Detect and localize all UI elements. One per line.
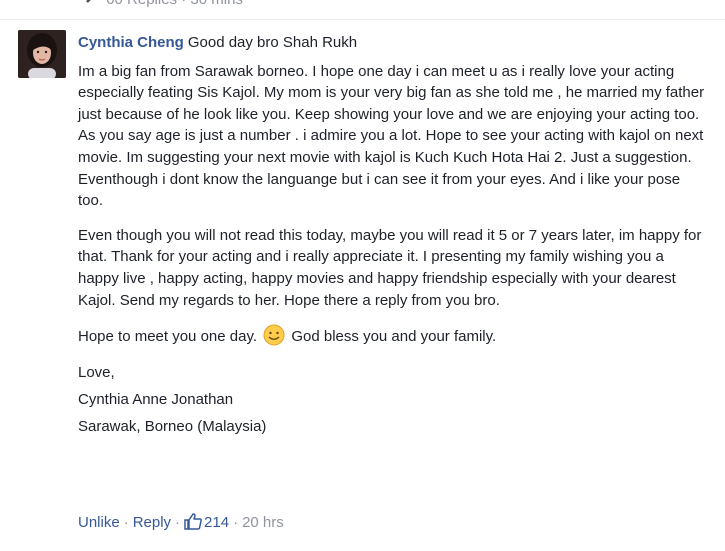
action-separator: · xyxy=(123,514,129,531)
author-name[interactable]: Cynthia Cheng xyxy=(78,34,184,51)
action-separator: · xyxy=(175,514,181,531)
comment-paragraph: Im a big fan from Sarawak borneo. I hope… xyxy=(78,62,705,210)
previous-time: 30 mins xyxy=(190,0,243,8)
comment-actions: Unlike · Reply · 214 · 20 hrs xyxy=(78,513,284,534)
signature-location: Sarawak, Borneo (Malaysia) xyxy=(78,417,267,435)
greeting-text: Good day bro Shah Rukh xyxy=(187,34,358,51)
comment-body: Cynthia Cheng Good day bro Shah Rukh Im a… xyxy=(78,32,708,442)
paragraph-text: Hope to meet you one day. xyxy=(78,328,258,346)
avatar[interactable] xyxy=(18,30,66,78)
meta-separator: · xyxy=(181,0,186,8)
reply-arrow-icon xyxy=(78,0,98,8)
like-count[interactable]: 214 xyxy=(204,514,229,531)
previous-comment-meta: 60 Replies · 30 mins xyxy=(78,0,243,10)
comment-paragraph: Even though you will not read this today… xyxy=(78,226,702,309)
signoff-line: Love, xyxy=(78,363,115,381)
comment-time[interactable]: 20 hrs xyxy=(242,514,284,531)
thumbs-up-icon[interactable] xyxy=(184,513,202,534)
divider xyxy=(0,19,725,20)
reply-link[interactable]: Reply xyxy=(133,514,171,531)
replies-link[interactable]: 60 Replies xyxy=(106,0,177,8)
signature-name: Cynthia Anne Jonathan xyxy=(78,390,234,408)
paragraph-text: God bless you and your family. xyxy=(291,328,497,346)
unlike-link[interactable]: Unlike xyxy=(78,514,120,531)
comment-header: Cynthia Cheng Good day bro Shah Rukh xyxy=(78,32,708,54)
comment-paragraph: Hope to meet you one day. God bless you … xyxy=(78,324,708,348)
smile-emoji-icon xyxy=(263,324,285,346)
action-separator: · xyxy=(233,514,239,531)
